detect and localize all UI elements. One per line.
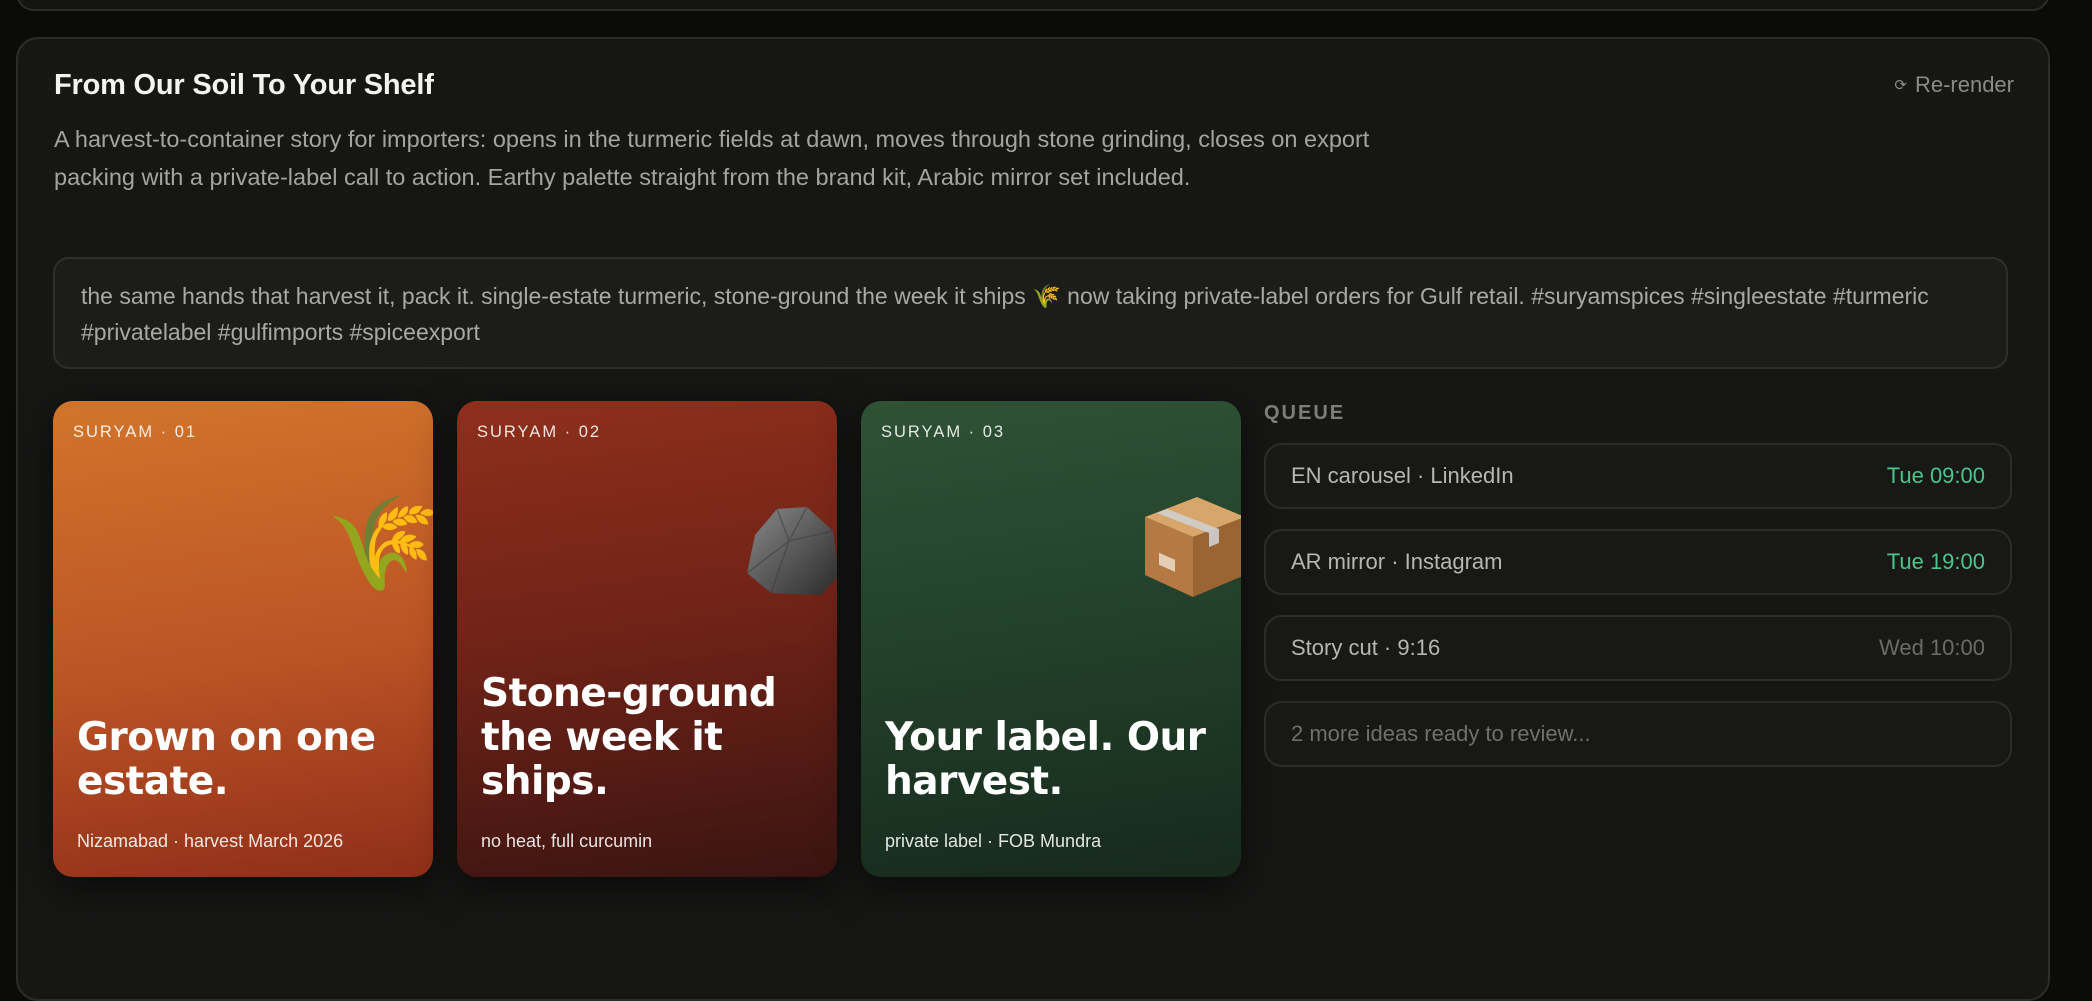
slide-headline: Grown on one estate. (77, 715, 376, 804)
queue-item-time: Tue 09:00 (1886, 463, 1985, 488)
queue-item-label: EN carousel · LinkedIn (1291, 463, 1514, 488)
slide-brand: SURYAM · 03 (881, 423, 1006, 441)
rice-sheaf-icon: 🌾 (326, 493, 433, 595)
slide-footnote: Nizamabad · harvest March 2026 (77, 831, 344, 851)
slide-card-1[interactable]: SURYAM · 01 🌾 Grown on one estate. Nizam… (53, 401, 433, 877)
campaign-panel: From Our Soil To Your Shelf ⟳ Re-render … (16, 37, 2050, 1001)
slide-footnote: private label · FOB Mundra (885, 831, 1102, 851)
slide-card-2[interactable]: SURYAM · 02 Stone-ground the week it shi… (457, 401, 837, 877)
queue-item-time: Wed 10:00 (1878, 635, 1985, 660)
slide-headline: Stone-ground the week it ships. (481, 671, 777, 804)
queue-heading: QUEUE (1264, 402, 1346, 424)
rerender-label: Re-render (1914, 72, 2014, 97)
slide-headline: Your label. Our harvest. (885, 715, 1206, 804)
rock-icon (741, 501, 837, 602)
queue-item-time: Tue 19:00 (1886, 549, 1985, 574)
slide-brand: SURYAM · 01 (73, 423, 198, 441)
panel-title: From Our Soil To Your Shelf (54, 69, 434, 101)
queue-item[interactable]: EN carousel · LinkedIn Tue 09:00 (1264, 443, 2012, 509)
queue-item[interactable]: AR mirror · Instagram Tue 19:00 (1264, 529, 2012, 595)
queue-item[interactable]: Story cut · 9:16 Wed 10:00 (1264, 615, 2012, 681)
queue-more-ideas[interactable]: 2 more ideas ready to review... (1264, 701, 2012, 767)
slide-card-3[interactable]: SURYAM · 03 Your label. Our harvest. pri… (861, 401, 1241, 877)
package-box-icon (1137, 487, 1241, 604)
queue-item-label: AR mirror · Instagram (1291, 549, 1503, 574)
panel-description: A harvest-to-container story for importe… (54, 126, 1370, 190)
slide-brand: SURYAM · 02 (477, 423, 602, 441)
rerender-button[interactable]: ⟳ Re-render (1894, 72, 2014, 98)
refresh-icon: ⟳ (1894, 77, 1907, 94)
queue-more-label: 2 more ideas ready to review... (1291, 721, 1591, 746)
slide-footnote: no heat, full curcumin (481, 831, 653, 851)
post-caption[interactable]: the same hands that harvest it, pack it.… (53, 257, 2008, 369)
queue-item-label: Story cut · 9:16 (1291, 635, 1441, 660)
previous-panel-edge (16, 0, 2050, 11)
